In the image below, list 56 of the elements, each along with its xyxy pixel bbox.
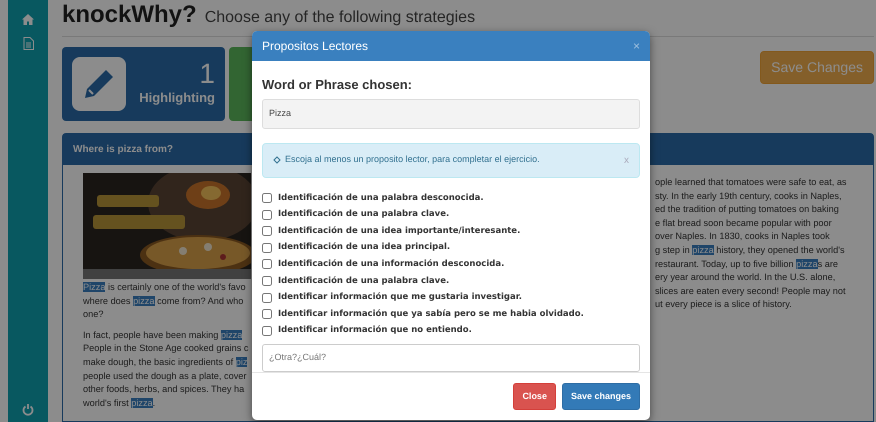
strategy-count: 1	[198, 60, 215, 88]
option-label: Identificación de una palabra desconocida.	[278, 192, 484, 204]
text-line: over Naples. In 1830, cooks in Naples took	[655, 230, 830, 244]
option-label: Identificar información que me gustaria investigar.	[278, 291, 522, 304]
checkbox[interactable]	[262, 326, 272, 336]
text-line: ed the tradition of putting tomatoes on baking	[655, 203, 839, 216]
field-label: Word or Phrase chosen:	[262, 76, 414, 94]
checkbox[interactable]	[262, 192, 272, 203]
text-line: ople learned that tomatoes were safe to eat, as	[655, 176, 847, 189]
text-line: e flat bread soon became popular with poor	[655, 216, 832, 230]
checkbox[interactable]	[262, 226, 272, 236]
text-line: ery year around the world. In the U.S. alone,	[655, 271, 836, 284]
modal-title: Propositos Lectores	[262, 38, 368, 55]
power-icon[interactable]	[22, 404, 34, 416]
checkbox[interactable]	[262, 259, 272, 270]
other-purpose-field[interactable]: ¿Otra?¿Cuál?	[262, 344, 640, 372]
checkbox[interactable]	[262, 292, 272, 303]
text-line: one?	[83, 308, 104, 322]
text-line: g step in pizza history, they opened the world's	[655, 244, 845, 257]
strategy-label: Highlighting	[139, 89, 215, 108]
page-title: knockWhy?	[62, 3, 197, 27]
option-label: Identificar información que ya sabía pero se me habia olvidado.	[278, 308, 584, 320]
text-line: other foods, herbs, and spices. They ha	[83, 383, 244, 396]
option-label: Identificación de una idea principal.	[278, 241, 450, 254]
text-line: restaurant. Today, up to five billion pizzas are	[655, 258, 838, 271]
close-button[interactable]: ×	[632, 36, 640, 55]
option-label: Identificación de una palabra clave.	[278, 208, 450, 221]
checkbox[interactable]	[262, 276, 272, 286]
checkbox[interactable]	[262, 210, 272, 220]
strategy-card[interactable]: 1 Highlighting	[62, 47, 225, 121]
option-label: Identificación de una palabra clave.	[278, 274, 450, 288]
strategy-card[interactable]	[229, 47, 253, 121]
text-line: world's first pizza.	[83, 396, 156, 410]
chosen-word-field[interactable]: Pizza	[262, 99, 640, 129]
save-button[interactable]: Save changes	[562, 382, 640, 410]
text-line: people used the dough as a plate, cover	[83, 370, 246, 383]
text-line: ut every piece is a slice of history.	[655, 298, 792, 312]
alert-close-button[interactable]: x	[624, 152, 629, 168]
alert-text: Escoja al menos un proposito lector, para completar el ejercicio.	[285, 153, 540, 166]
text-line: make dough, the basic ingredients of piz	[83, 356, 248, 369]
text-line: In fact, people have been making pizza	[83, 328, 242, 342]
option-label: Identificación de una idea importante/interesante.	[278, 224, 520, 238]
text-line: People in the Stone Age cooked grains c	[83, 342, 248, 356]
checkbox[interactable]	[262, 242, 272, 253]
page-subtitle: Choose any of the following strategies	[204, 8, 476, 28]
text-line: sty. In the early 19th century, cooks in Naples,	[655, 190, 842, 203]
text-line: where does pizza come from? And who	[83, 294, 244, 308]
pencil-icon	[72, 57, 126, 111]
option-label: Identificar información que no entiendo.	[278, 324, 472, 338]
checkbox[interactable]	[262, 309, 272, 320]
close-button[interactable]: Close	[513, 382, 556, 410]
text-line: slices are eaten every second! People may not	[655, 284, 846, 298]
document-icon[interactable]	[22, 37, 34, 50]
text-line: Pizza is certainly one of the world's favo	[83, 281, 246, 294]
home-icon[interactable]	[22, 14, 34, 25]
option-label: Identificación de una información desconocida.	[278, 258, 504, 271]
